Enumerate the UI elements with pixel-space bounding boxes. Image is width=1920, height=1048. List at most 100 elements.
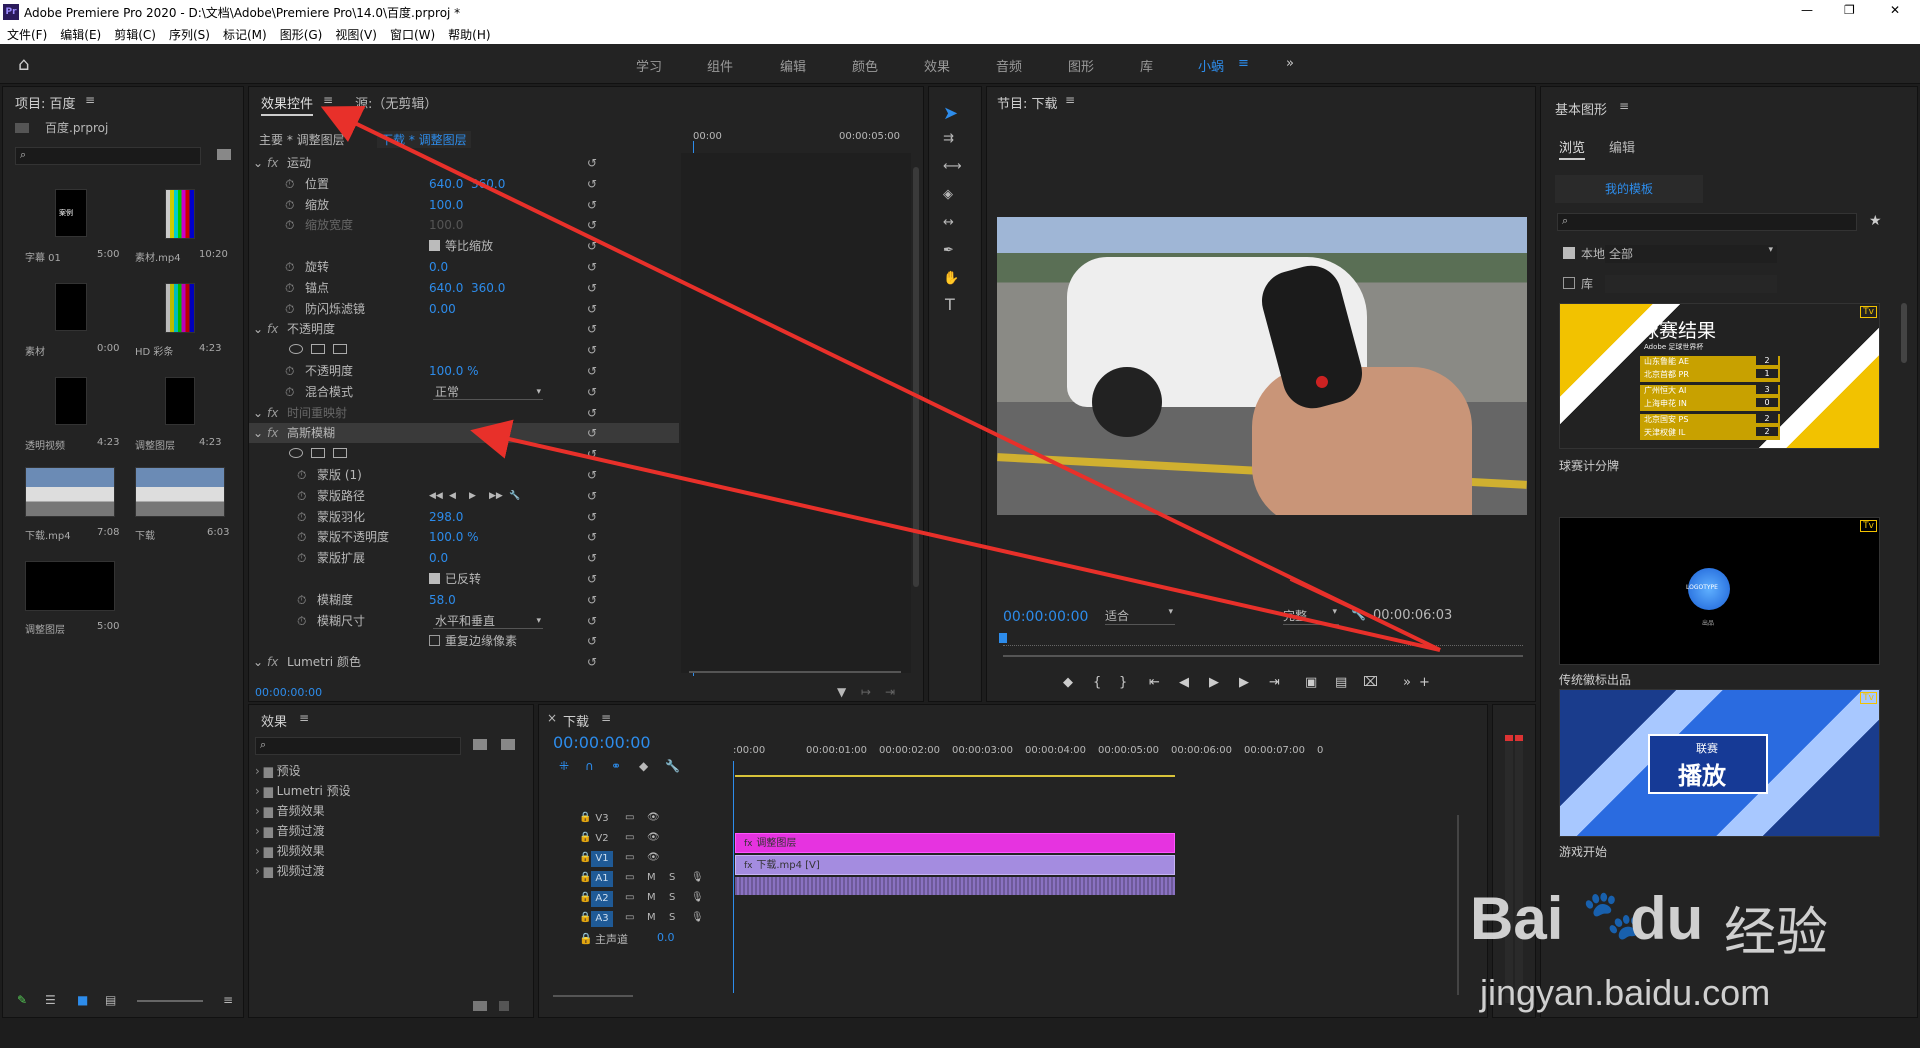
library-checkbox[interactable] xyxy=(1563,277,1575,289)
thumb-caption-01[interactable]: 案例 xyxy=(55,189,87,237)
mic-icon[interactable]: 🎙 xyxy=(691,912,704,923)
effects-folder[interactable]: › ▆ 预设 xyxy=(255,761,525,781)
type-tool-icon[interactable]: T xyxy=(945,295,955,314)
ec-dropdown[interactable]: 正常 ▾ xyxy=(433,384,543,400)
menu-marker[interactable]: 标记(M) xyxy=(223,26,267,43)
ripple-edit-tool-icon[interactable]: ⟷ xyxy=(943,159,962,174)
reset-icon[interactable]: ↺ xyxy=(587,195,597,215)
slip-tool-icon[interactable]: ↔ xyxy=(943,215,954,230)
ec-row[interactable]: ⏱ 位置 640.0 360.0 ↺ xyxy=(249,174,679,194)
workspace-audio[interactable]: 音频 xyxy=(996,56,1022,75)
thumb-download-sequence[interactable] xyxy=(135,467,225,517)
track-label[interactable]: V2 xyxy=(591,831,613,847)
ec-zoom-bar[interactable] xyxy=(689,671,901,673)
stopwatch-icon[interactable]: ⏱ xyxy=(297,611,306,631)
workspace-learn[interactable]: 学习 xyxy=(636,56,662,75)
ec-row[interactable]: ⏱ 蒙版扩展 0.0 ↺ xyxy=(249,548,679,568)
reset-icon[interactable]: ↺ xyxy=(587,465,597,485)
reset-icon[interactable]: ↺ xyxy=(587,569,597,589)
effects-folder[interactable]: › ▆ Lumetri 预设 xyxy=(255,781,525,801)
mute-label[interactable]: M xyxy=(647,892,656,903)
ec-footer-time[interactable]: 00:00:00:00 xyxy=(255,686,322,699)
stopwatch-icon[interactable]: ⏱ xyxy=(285,382,294,402)
chevron-icon[interactable]: ⌄ xyxy=(253,423,263,443)
add-marker-icon[interactable]: ◆ xyxy=(639,759,648,773)
ec-row[interactable]: 已反转 ↺ xyxy=(249,569,679,589)
chevron-icon[interactable]: ⌄ xyxy=(253,403,263,423)
reset-icon[interactable]: ↺ xyxy=(587,174,597,194)
film-icon[interactable]: ▭ xyxy=(625,892,634,903)
effects-folder[interactable]: › ▆ 音频效果 xyxy=(255,801,525,821)
master-track[interactable]: 🔒 主声道 0.0 xyxy=(539,929,729,949)
clip-video[interactable]: fx 下载.mp4 [V] xyxy=(735,855,1175,875)
reset-icon[interactable]: ↺ xyxy=(587,548,597,568)
icon-view-icon[interactable]: ■ xyxy=(77,993,88,1007)
thumb-download-mp4[interactable] xyxy=(25,467,115,517)
new-preset-bin-icon[interactable] xyxy=(473,739,487,750)
my-templates-button[interactable]: 我的模板 xyxy=(1555,175,1703,203)
track-header[interactable]: 🔒 V1 ▭ 👁 xyxy=(539,849,729,869)
workspace-custom[interactable]: 小蜗 xyxy=(1198,56,1224,75)
maximize-button[interactable]: ❐ xyxy=(1844,3,1855,17)
ec-value[interactable]: 100.0 xyxy=(429,195,463,215)
reset-icon[interactable]: ↺ xyxy=(587,590,597,610)
film-icon[interactable]: ▭ xyxy=(625,912,634,923)
reset-icon[interactable]: ↺ xyxy=(587,652,597,672)
new-bin-icon[interactable] xyxy=(473,1001,487,1011)
ec-value[interactable]: 0.00 xyxy=(429,299,456,319)
ec-row[interactable]: 重复边缘像素 ↺ xyxy=(249,631,679,651)
mark-out-icon[interactable]: } xyxy=(1119,675,1127,690)
lock-icon[interactable]: 🔒 xyxy=(579,832,591,843)
eye-icon[interactable]: 👁 xyxy=(647,812,660,823)
insert-icon[interactable]: ▣ xyxy=(1305,675,1317,690)
mask-track-control-icon[interactable]: ◀ xyxy=(449,486,456,506)
reset-icon[interactable]: ↺ xyxy=(587,527,597,547)
timeline-settings-icon[interactable]: 🔧 xyxy=(665,759,680,773)
template-card-logo[interactable]: LOGOTYPE 出品 Tv xyxy=(1559,517,1880,665)
track-header[interactable]: 🔒 A2 ▭ M S 🎙 xyxy=(539,889,729,909)
checkbox[interactable] xyxy=(429,573,440,584)
mask-track-control-icon[interactable]: ▶ xyxy=(469,486,476,506)
workspace-assembly[interactable]: 组件 xyxy=(707,56,733,75)
ec-row[interactable]: ↺ xyxy=(249,444,679,464)
more-workspaces-icon[interactable]: » xyxy=(1286,56,1294,71)
rect-mask-icon[interactable] xyxy=(311,344,325,355)
track-select-tool-icon[interactable]: ⇉ xyxy=(943,131,954,146)
essential-graphics-title[interactable]: 基本图形 xyxy=(1555,99,1607,118)
home-icon[interactable]: ⌂ xyxy=(18,54,29,75)
ec-value[interactable]: 0.0 xyxy=(429,548,448,568)
ec-row[interactable]: ⏱ 锚点 640.0 360.0 ↺ xyxy=(249,278,679,298)
track-label[interactable]: A3 xyxy=(591,911,613,927)
lock-icon[interactable]: 🔒 xyxy=(579,872,591,883)
stopwatch-icon[interactable]: ⏱ xyxy=(285,299,294,319)
program-playhead[interactable] xyxy=(999,633,1007,643)
track-header[interactable]: 🔒 V3 ▭ 👁 xyxy=(539,809,729,829)
mic-icon[interactable]: 🎙 xyxy=(691,872,704,883)
reset-icon[interactable]: ↺ xyxy=(587,382,597,402)
go-to-in-icon[interactable]: ⇤ xyxy=(1149,675,1160,690)
stopwatch-icon[interactable]: ⏱ xyxy=(297,465,306,485)
clip-adjustment-layer[interactable]: fx 调整图层 xyxy=(735,833,1175,853)
reset-icon[interactable]: ↺ xyxy=(587,299,597,319)
ec-row[interactable]: ⏱ 蒙版羽化 298.0 ↺ xyxy=(249,507,679,527)
reset-icon[interactable]: ↺ xyxy=(587,236,597,256)
timeline-title[interactable]: 下载 xyxy=(563,711,589,730)
new-custom-bin-icon[interactable] xyxy=(501,739,515,750)
graphics-search-input[interactable]: ⌕ xyxy=(1557,213,1857,231)
stopwatch-icon[interactable]: ⏱ xyxy=(285,195,294,215)
solo-label[interactable]: S xyxy=(669,872,675,883)
ec-value[interactable]: 640.0 xyxy=(429,174,463,194)
thumb-material[interactable] xyxy=(55,283,87,331)
ec-row[interactable]: ⌄ fx 运动 ↺ xyxy=(249,153,679,173)
ec-value[interactable]: 58.0 xyxy=(429,590,456,610)
ec-row[interactable]: ⏱ 混合模式 正常 ▾ ↺ xyxy=(249,382,679,402)
workspace-libraries[interactable]: 库 xyxy=(1140,56,1153,75)
menu-sequence[interactable]: 序列(S) xyxy=(169,26,210,43)
film-icon[interactable]: ▭ xyxy=(625,832,634,843)
ec-row[interactable]: ⏱ 旋转 0.0 ↺ xyxy=(249,257,679,277)
track-header[interactable]: 🔒 V2 ▭ 👁 xyxy=(539,829,729,849)
freeform-view-icon[interactable]: ▤ xyxy=(105,993,116,1007)
ec-row[interactable]: ⏱ 模糊尺寸 水平和垂直 ▾ ↺ xyxy=(249,611,679,631)
menu-edit[interactable]: 编辑(E) xyxy=(60,26,101,43)
timeline-playhead[interactable] xyxy=(733,761,734,993)
